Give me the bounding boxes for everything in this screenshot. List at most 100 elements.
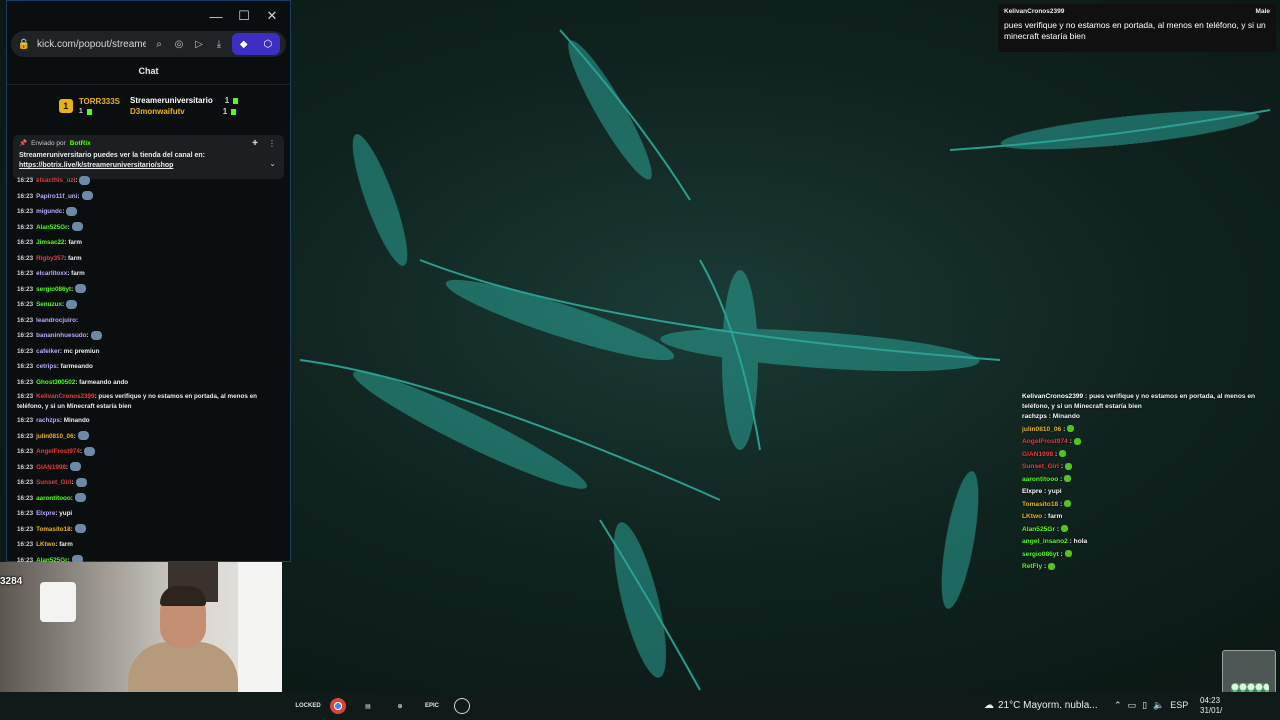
overlay-text: : farm	[1042, 513, 1063, 520]
message-username[interactable]: Tomasito18	[36, 526, 71, 533]
message-username[interactable]: AngelFrost974	[36, 448, 80, 455]
message-username[interactable]: julin0810_06	[36, 433, 73, 440]
chat-message[interactable]: 16:23 Elxpre: yupi	[17, 506, 280, 522]
leaderboard-third-name[interactable]: D3monwaifutv	[130, 107, 185, 116]
chat-message[interactable]: 16:23 cafeiker: mc premiun	[17, 344, 280, 360]
battery-icon[interactable]: ▯	[1142, 700, 1147, 711]
message-username[interactable]: cafeiker	[36, 348, 60, 355]
overlay-username: julin0810_06	[1022, 425, 1062, 433]
close-button[interactable]: ✕	[260, 4, 284, 28]
clock[interactable]: 04:23 31/01/	[1200, 696, 1222, 716]
unpin-icon[interactable]: ✚	[252, 139, 258, 147]
overlay-text: :	[1061, 425, 1066, 433]
message-timestamp: 16:23	[17, 332, 34, 339]
overlay-text: :	[1058, 500, 1063, 508]
chat-message[interactable]: 16:23 cetrips: farmeando	[17, 359, 280, 375]
cast-icon[interactable]: ▷	[192, 39, 206, 50]
chat-message-list[interactable]: 16:23 elsacthis_uzi: 16:23 Papiro11f_uni: 16…	[7, 173, 290, 563]
zoom-icon[interactable]: ⌕	[152, 39, 166, 50]
message-username[interactable]: Elxpre	[36, 510, 55, 517]
message-text: : farm	[67, 270, 85, 277]
chat-message[interactable]: 16:23 elcarlitoxx: farm	[17, 266, 280, 282]
chat-message[interactable]: 16:23 bananinhuesudo:	[17, 328, 280, 344]
pinned-link[interactable]: https://botrix.live/k/streameruniversita…	[19, 161, 278, 171]
taskbar: LOCKED ▤ ⊛ EPIC ☁ 21°C Mayorm. nubla... …	[0, 692, 1280, 720]
address-bar[interactable]: 🔒 kick.com/popout/streame ⌕ ◎ ▷ ⤓ ◆ ⬡	[11, 31, 286, 57]
chat-message[interactable]: 16:23 sergio086yt:	[17, 282, 280, 298]
shield-icon[interactable]: ◎	[172, 39, 186, 50]
chevron-down-icon[interactable]: ⌄	[269, 159, 276, 168]
message-username[interactable]: GIAN1998	[36, 464, 66, 471]
taskbar-app-locked[interactable]: LOCKED	[295, 696, 320, 716]
message-text: :	[73, 432, 76, 440]
message-username[interactable]: elsacthis_uzi	[36, 177, 75, 184]
chevron-up-icon[interactable]: ⌃	[1114, 700, 1122, 711]
message-username[interactable]: Papiro11f_uni	[36, 193, 77, 200]
chat-message[interactable]: 16:23 rachzps: Minando	[17, 413, 280, 429]
message-username[interactable]: bananinhuesudo	[36, 332, 86, 339]
chat-message[interactable]: 16:23 Tomasito18:	[17, 522, 280, 538]
volume-icon[interactable]: 🔈	[1153, 700, 1164, 711]
chat-message[interactable]: 16:23 AngelFrost974:	[17, 444, 280, 460]
message-username[interactable]: Rigby357	[36, 255, 64, 262]
leaderboard-second-name[interactable]: Streameruniversitario	[130, 96, 213, 105]
message-username[interactable]: rachzps	[36, 417, 60, 424]
leaderboard-top-name[interactable]: TORR333S	[79, 97, 120, 106]
extensions-group[interactable]: ◆ ⬡	[232, 33, 280, 55]
chat-message[interactable]: 16:23 Papiro11f_uni:	[17, 189, 280, 205]
message-username[interactable]: sergio086yt	[36, 286, 71, 293]
more-options-icon[interactable]: ⋮	[268, 139, 276, 148]
clock-time: 04:23	[1200, 696, 1221, 705]
download-icon[interactable]: ⤓	[212, 39, 226, 50]
message-username[interactable]: Alan525Gr	[36, 224, 68, 231]
maximize-button[interactable]: ☐	[232, 4, 256, 28]
chat-message[interactable]: 16:23 leandrocjuiro:	[17, 313, 280, 329]
message-username[interactable]: Jimsac22	[36, 239, 64, 246]
chat-message[interactable]: 16:23 elsacthis_uzi:	[17, 173, 280, 189]
message-timestamp: 16:23	[17, 316, 34, 324]
chat-message[interactable]: 16:23 Rigby357: farm	[17, 251, 280, 267]
system-tray[interactable]: ⌃ ▭ ▯ 🔈 ESP	[1114, 700, 1188, 711]
pinned-author[interactable]: BotRix	[70, 140, 91, 147]
chat-message[interactable]: 16:23 Alan525Gr:	[17, 220, 280, 236]
language-indicator[interactable]: ESP	[1170, 700, 1188, 711]
message-username[interactable]: Ghost300502	[36, 379, 75, 386]
chat-message[interactable]: 16:23 LKtwo: farm	[17, 537, 280, 553]
message-username[interactable]: KelivanCronos2399	[36, 393, 94, 400]
obs-icon[interactable]	[454, 698, 470, 714]
chat-message[interactable]: 16:23 Senuzux:	[17, 297, 280, 313]
message-username[interactable]: cetrips	[36, 363, 57, 370]
weather-text: 21°C Mayorm. nubla...	[998, 700, 1098, 711]
message-timestamp: 16:23	[17, 393, 34, 400]
message-username[interactable]: migundc	[36, 208, 62, 215]
chat-message[interactable]: 16:23 Jimsac22: farm	[17, 235, 280, 251]
message-timestamp: 16:23	[17, 270, 34, 277]
chat-message[interactable]: 16:23 Sunset_Girl:	[17, 475, 280, 491]
message-username[interactable]: Senuzux	[36, 301, 62, 308]
taskbar-app-epic[interactable]: EPIC	[422, 696, 442, 716]
chat-message[interactable]: 16:23 migundc:	[17, 204, 280, 220]
files-icon[interactable]: ▤	[358, 696, 378, 716]
leaderboard-third-count: 1	[222, 107, 228, 116]
chat-message[interactable]: 16:23 aarontitooo:	[17, 491, 280, 507]
emote-icon	[75, 477, 87, 487]
message-username[interactable]: leandrocjuiro	[36, 317, 76, 324]
message-username[interactable]: Sunset_Girl	[36, 479, 71, 486]
url-text[interactable]: kick.com/popout/streame	[37, 39, 146, 50]
chat-message[interactable]: 16:23 KelivanCronos2399: pues verifique y…	[17, 390, 280, 413]
network-icon[interactable]: ▭	[1128, 700, 1137, 711]
steam-icon[interactable]: ⊛	[390, 696, 410, 716]
chat-message[interactable]: 16:23 julin0810_06:	[17, 429, 280, 445]
extension-cube-icon[interactable]: ⬡	[263, 39, 272, 50]
message-username[interactable]: aarontitooo	[36, 495, 71, 502]
notification-user: KelivanCronos2399	[1004, 8, 1065, 15]
minimize-button[interactable]: —	[204, 4, 228, 28]
overlay-username: Sunset_Girl	[1022, 463, 1060, 470]
extension-diamond-icon[interactable]: ◆	[240, 39, 248, 50]
chrome-icon[interactable]	[330, 698, 346, 714]
chat-message[interactable]: 16:23 GIAN1998:	[17, 460, 280, 476]
chat-message[interactable]: 16:23 Ghost300502: farmeando ando	[17, 375, 280, 391]
weather-widget[interactable]: ☁ 21°C Mayorm. nubla...	[984, 700, 1098, 711]
message-username[interactable]: elcarlitoxx	[36, 270, 67, 277]
message-username[interactable]: LKtwo	[36, 541, 55, 548]
